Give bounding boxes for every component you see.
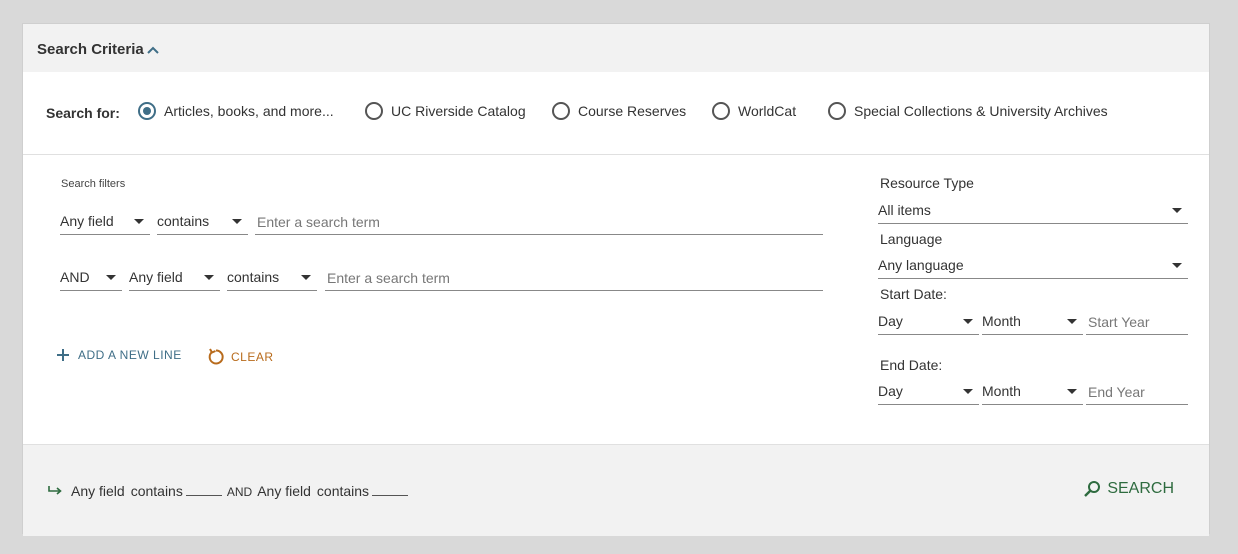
radio-label: UC Riverside Catalog <box>391 103 526 119</box>
caret-down-icon <box>232 219 242 224</box>
caret-down-icon <box>1067 319 1077 324</box>
summary-field-2: Any field <box>257 483 311 499</box>
radio-label: Articles, books, and more... <box>164 103 334 119</box>
radio-label: Special Collections & University Archive… <box>854 103 1108 119</box>
end-date-label: End Date: <box>880 357 943 373</box>
start-month-value: Month <box>982 313 1021 329</box>
field-select-1[interactable]: Any field <box>60 209 150 235</box>
field-select-2[interactable]: Any field <box>129 265 220 291</box>
field-select-value: Any field <box>129 269 183 285</box>
summary-field-1: Any field <box>71 483 125 499</box>
operator-select-value: contains <box>157 213 210 229</box>
end-month-select[interactable]: Month <box>982 379 1083 405</box>
caret-down-icon <box>963 319 973 324</box>
add-new-line-button[interactable]: ADD A NEW LINE <box>56 348 182 362</box>
radio-unselected-icon[interactable] <box>712 102 730 120</box>
radio-unselected-icon[interactable] <box>552 102 570 120</box>
language-value: Any language <box>878 257 964 273</box>
start-day-select[interactable]: Day <box>878 309 979 335</box>
radio-uc-riverside-catalog[interactable]: UC Riverside Catalog <box>365 102 526 120</box>
start-year-input[interactable] <box>1086 309 1188 335</box>
language-select[interactable]: Any language <box>878 253 1188 279</box>
start-month-select[interactable]: Month <box>982 309 1083 335</box>
search-criteria-panel: Search Criteria Search for: Articles, bo… <box>22 23 1210 536</box>
boolean-select-2[interactable]: AND <box>60 265 122 291</box>
boolean-select-value: AND <box>60 269 90 285</box>
caret-down-icon <box>1172 208 1182 213</box>
caret-down-icon <box>301 275 311 280</box>
language-label: Language <box>880 231 943 247</box>
caret-down-icon <box>1067 389 1077 394</box>
operator-select-2[interactable]: contains <box>227 265 317 291</box>
start-date-label: Start Date: <box>880 286 947 302</box>
radio-special-collections[interactable]: Special Collections & University Archive… <box>828 102 1108 120</box>
caret-down-icon <box>134 219 144 224</box>
resource-type-select[interactable]: All items <box>878 198 1188 224</box>
search-button[interactable]: SEARCH <box>1083 480 1174 498</box>
summary-boolean: AND <box>226 485 253 499</box>
search-term-input-2[interactable] <box>325 265 823 291</box>
caret-down-icon <box>204 275 214 280</box>
search-criteria-header[interactable]: Search Criteria <box>23 24 1209 72</box>
search-criteria-title: Search Criteria <box>37 41 144 58</box>
search-button-label: SEARCH <box>1107 480 1174 497</box>
search-icon <box>1083 480 1101 498</box>
radio-course-reserves[interactable]: Course Reserves <box>552 102 686 120</box>
summary-operator-2: contains <box>316 483 370 499</box>
reset-icon <box>207 348 225 366</box>
field-select-value: Any field <box>60 213 114 229</box>
start-day-value: Day <box>878 313 903 329</box>
radio-articles-books[interactable]: Articles, books, and more... <box>138 102 334 120</box>
summary-blank-1 <box>185 483 222 496</box>
resource-type-value: All items <box>878 202 931 218</box>
search-summary-footer: Any field contains AND Any field contain… <box>23 444 1209 536</box>
radio-label: WorldCat <box>738 103 797 119</box>
summary-blank-2 <box>372 483 409 496</box>
end-year-input[interactable] <box>1086 379 1188 405</box>
caret-down-icon <box>106 275 116 280</box>
search-filters-label: Search filters <box>61 178 126 190</box>
plus-icon <box>56 348 70 362</box>
clear-button[interactable]: CLEAR <box>207 348 274 366</box>
end-day-value: Day <box>878 383 903 399</box>
caret-down-icon <box>1172 263 1182 268</box>
radio-selected-icon[interactable] <box>138 102 156 120</box>
operator-select-value: contains <box>227 269 280 285</box>
radio-unselected-icon[interactable] <box>828 102 846 120</box>
summary-operator-1: contains <box>130 483 183 499</box>
end-day-select[interactable]: Day <box>878 379 979 405</box>
search-for-row: Search for: Articles, books, and more...… <box>23 72 1209 155</box>
end-month-value: Month <box>982 383 1021 399</box>
radio-label: Course Reserves <box>578 103 687 119</box>
clear-label: CLEAR <box>231 350 274 364</box>
chevron-up-icon[interactable] <box>147 42 159 60</box>
caret-down-icon <box>963 389 973 394</box>
search-for-label: Search for: <box>46 105 120 121</box>
arrow-right-hook-icon <box>47 485 63 497</box>
add-new-line-label: ADD A NEW LINE <box>78 348 182 362</box>
radio-unselected-icon[interactable] <box>365 102 383 120</box>
operator-select-1[interactable]: contains <box>157 209 248 235</box>
radio-worldcat[interactable]: WorldCat <box>712 102 796 120</box>
query-summary: Any field contains AND Any field contain… <box>47 483 411 499</box>
resource-type-label: Resource Type <box>880 175 974 191</box>
search-term-input-1[interactable] <box>255 209 823 235</box>
